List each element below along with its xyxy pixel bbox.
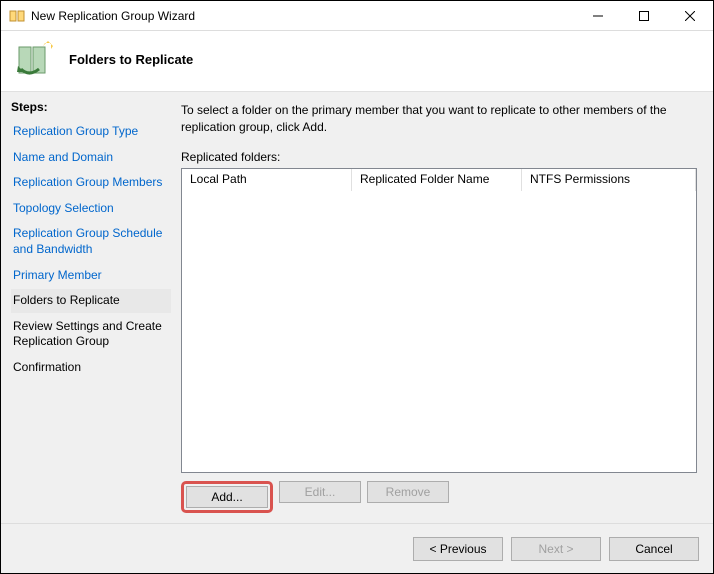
next-button: Next > [511, 537, 601, 561]
previous-button[interactable]: < Previous [413, 537, 503, 561]
replicated-folders-label: Replicated folders: [181, 150, 697, 164]
remove-button: Remove [367, 481, 449, 503]
titlebar: New Replication Group Wizard [1, 1, 713, 31]
maximize-button[interactable] [621, 1, 667, 30]
step-topology-selection[interactable]: Topology Selection [11, 197, 171, 221]
column-replicated-folder-name[interactable]: Replicated Folder Name [352, 169, 522, 191]
step-schedule-and-bandwidth[interactable]: Replication Group Schedule and Bandwidth [11, 222, 171, 261]
wizard-header: Folders to Replicate [1, 31, 713, 92]
wizard-icon [15, 39, 55, 79]
list-buttons: Add... Edit... Remove [181, 481, 697, 513]
minimize-button[interactable] [575, 1, 621, 30]
step-review-settings: Review Settings and Create Replication G… [11, 315, 171, 354]
step-replication-group-type[interactable]: Replication Group Type [11, 120, 171, 144]
column-local-path[interactable]: Local Path [182, 169, 352, 191]
replicated-folders-list[interactable]: Local Path Replicated Folder Name NTFS P… [181, 168, 697, 473]
step-confirmation: Confirmation [11, 356, 171, 380]
edit-button: Edit... [279, 481, 361, 503]
main-panel: To select a folder on the primary member… [171, 92, 713, 523]
app-icon [9, 8, 25, 24]
step-name-and-domain[interactable]: Name and Domain [11, 146, 171, 170]
instruction-text: To select a folder on the primary member… [181, 102, 697, 136]
wizard-window: New Replication Group Wizard Folders to … [0, 0, 714, 574]
column-ntfs-permissions[interactable]: NTFS Permissions [522, 169, 696, 191]
cancel-button[interactable]: Cancel [609, 537, 699, 561]
window-title: New Replication Group Wizard [31, 9, 575, 23]
steps-sidebar: Steps: Replication Group Type Name and D… [1, 92, 171, 523]
add-button[interactable]: Add... [186, 486, 268, 508]
page-title: Folders to Replicate [69, 52, 193, 67]
close-button[interactable] [667, 1, 713, 30]
window-controls [575, 1, 713, 30]
step-primary-member[interactable]: Primary Member [11, 264, 171, 288]
steps-heading: Steps: [11, 100, 171, 114]
wizard-body: Steps: Replication Group Type Name and D… [1, 92, 713, 523]
list-header: Local Path Replicated Folder Name NTFS P… [182, 169, 696, 191]
step-replication-group-members[interactable]: Replication Group Members [11, 171, 171, 195]
step-folders-to-replicate[interactable]: Folders to Replicate [11, 289, 171, 313]
add-button-highlight: Add... [181, 481, 273, 513]
wizard-footer: < Previous Next > Cancel [1, 523, 713, 573]
